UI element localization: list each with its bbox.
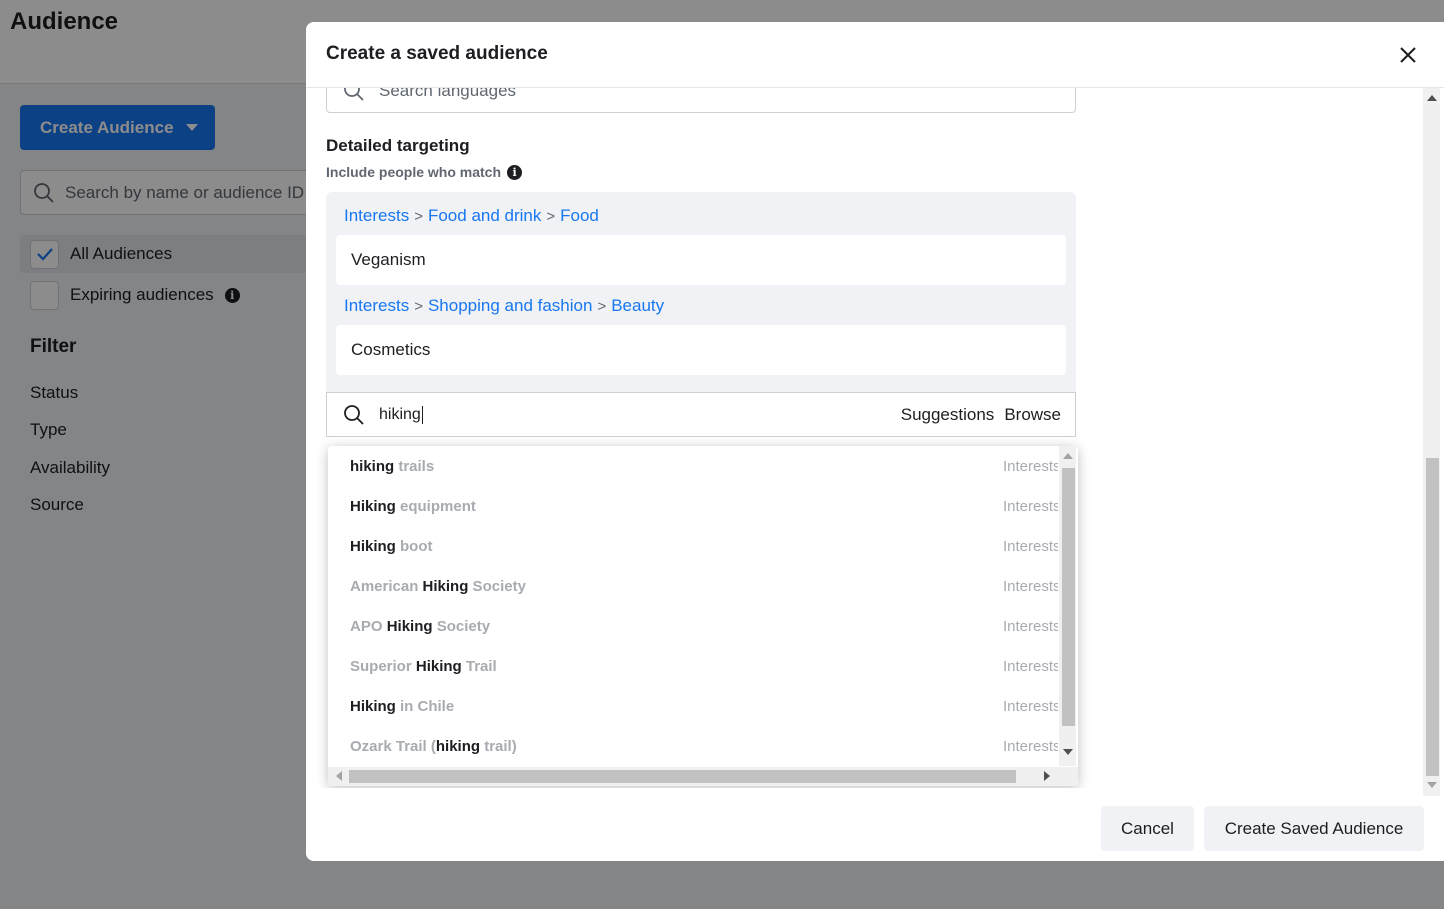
dialog-title: Create a saved audience xyxy=(326,43,548,64)
scrollbar-thumb[interactable] xyxy=(1426,458,1439,776)
scrollbar-thumb[interactable] xyxy=(349,770,1016,783)
create-saved-audience-dialog: Create a saved audience Search languages… xyxy=(306,22,1444,861)
info-icon[interactable]: i xyxy=(507,164,523,180)
cancel-button[interactable]: Cancel xyxy=(1101,806,1194,851)
result-item[interactable]: American Hiking Society Interests xyxy=(328,566,1058,606)
result-type: Interests xyxy=(1003,697,1058,715)
breadcrumb-link[interactable]: Beauty xyxy=(611,296,664,315)
scroll-down-arrow-icon[interactable] xyxy=(1063,749,1073,755)
scroll-up-arrow-icon[interactable] xyxy=(1063,453,1073,459)
dialog-header: Create a saved audience xyxy=(306,22,1444,88)
result-item[interactable]: APO Hiking Society Interests xyxy=(328,606,1058,646)
targeting-item: Cosmetics xyxy=(351,340,431,359)
result-name: Ozark Trail (hiking trail) xyxy=(350,737,517,755)
result-item[interactable]: Hiking equipment Interests xyxy=(328,486,1058,526)
result-type: Interests xyxy=(1003,497,1058,515)
targeting-item-box[interactable]: Veganism xyxy=(336,235,1066,285)
suggestions-link[interactable]: Suggestions xyxy=(901,405,995,425)
breadcrumb-link[interactable]: Shopping and fashion xyxy=(428,296,592,315)
result-name: hiking trails xyxy=(350,457,435,475)
result-item[interactable]: Hiking in Chile Interests xyxy=(328,686,1058,726)
breadcrumb-link[interactable]: Interests xyxy=(344,206,409,225)
breadcrumb: Interests > Shopping and fashion > Beauty xyxy=(344,296,665,315)
scroll-down-arrow-icon[interactable] xyxy=(1427,782,1437,788)
breadcrumb: Interests > Food and drink > Food xyxy=(344,206,599,225)
result-item[interactable]: Ozark Trail (hiking trail) Interests xyxy=(328,726,1058,766)
result-type: Interests xyxy=(1003,457,1058,475)
include-match-label: Include people who match i xyxy=(326,164,523,180)
result-type: Interests xyxy=(1003,737,1058,755)
result-name: Hiking boot xyxy=(350,537,433,555)
result-name: Hiking equipment xyxy=(350,497,476,515)
close-icon xyxy=(1400,47,1416,63)
create-saved-audience-button[interactable]: Create Saved Audience xyxy=(1204,806,1424,851)
result-name: APO Hiking Society xyxy=(350,617,491,635)
languages-search-placeholder: Search languages xyxy=(379,88,517,100)
targeting-item: Veganism xyxy=(351,250,426,269)
languages-search-input[interactable]: Search languages xyxy=(326,88,1076,113)
result-type: Interests xyxy=(1003,617,1058,635)
result-item[interactable]: Hiking boot Interests xyxy=(328,526,1058,566)
result-name: Superior Hiking Trail xyxy=(350,657,497,675)
result-name: American Hiking Society xyxy=(350,577,526,595)
search-value: hiking xyxy=(379,405,423,424)
breadcrumb-link[interactable]: Interests xyxy=(344,296,409,315)
search-icon xyxy=(344,88,364,101)
breadcrumb-link[interactable]: Food xyxy=(560,206,599,225)
close-button[interactable] xyxy=(1396,43,1420,67)
dropdown-vertical-scrollbar[interactable] xyxy=(1059,446,1076,766)
scroll-right-arrow-icon[interactable] xyxy=(1044,771,1050,781)
result-type: Interests xyxy=(1003,537,1058,555)
result-item[interactable]: hiking trails Interests xyxy=(328,446,1058,486)
result-type: Interests xyxy=(1003,577,1058,595)
dropdown-horizontal-scrollbar[interactable] xyxy=(328,767,1078,786)
result-name: Hiking in Chile xyxy=(350,697,455,715)
search-results-dropdown: hiking trails Interests Hiking equipment… xyxy=(328,446,1078,786)
result-item[interactable]: Superior Hiking Trail Interests xyxy=(328,646,1058,686)
search-actions: Suggestions Browse xyxy=(901,405,1061,425)
detailed-targeting-title: Detailed targeting xyxy=(326,136,470,155)
targeting-item-box[interactable]: Cosmetics xyxy=(336,325,1066,375)
scrollbar-thumb[interactable] xyxy=(1062,468,1075,726)
targeting-selection-box: Interests > Food and drink > Food Veganism I… xyxy=(326,192,1076,392)
detailed-targeting-search-input[interactable]: hiking Suggestions Browse xyxy=(326,392,1076,437)
scroll-left-arrow-icon[interactable] xyxy=(336,771,342,781)
dialog-body: Search languages Detailed targeting Incl… xyxy=(306,88,1424,788)
result-type: Interests xyxy=(1003,657,1058,675)
search-icon xyxy=(344,404,364,425)
scroll-up-arrow-icon[interactable] xyxy=(1427,95,1437,101)
dialog-vertical-scrollbar[interactable] xyxy=(1423,88,1440,796)
include-match-text: Include people who match xyxy=(326,164,502,180)
breadcrumb-link[interactable]: Food and drink xyxy=(428,206,541,225)
dialog-footer: Cancel Create Saved Audience xyxy=(306,796,1444,861)
browse-link[interactable]: Browse xyxy=(1004,405,1061,425)
